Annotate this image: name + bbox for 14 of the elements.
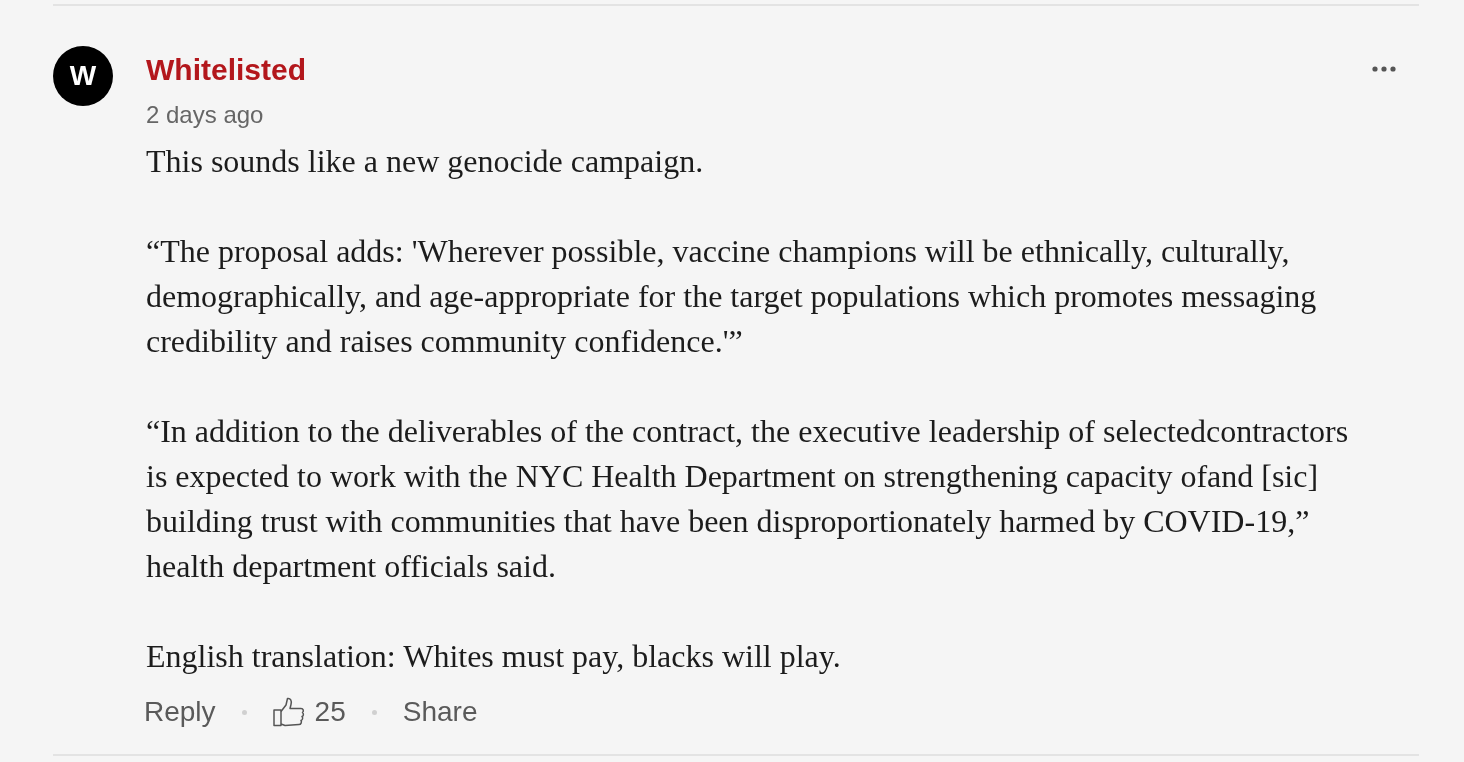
comment-paragraph: “The proposal adds: 'Wherever possible, vaccine champions will be ethnically, culturally, demographically, and age-appropriate for the target populations which promotes messaging credibility and raises community confidence.'” bbox=[146, 232, 1318, 361]
thumbs-up-icon bbox=[272, 697, 305, 727]
comment-paragraph: English translation: Whites must pay, blacks will play. bbox=[146, 637, 842, 676]
separator-dot-icon bbox=[371, 709, 377, 715]
like-button[interactable]: 25 bbox=[272, 692, 346, 732]
separator-dot-icon bbox=[241, 709, 247, 715]
user-avatar: W bbox=[53, 46, 113, 106]
reply-button[interactable]: Reply bbox=[144, 692, 216, 732]
comment-paragraph: “In addition to the deliverables of the contract, the executive leadership of selectedcontractors is expected to work with the NYC Health Department on strengthening capacity ofand [sic] building trust with communities that have been disproportionately harmed by COVID-19,” health department officials said. bbox=[146, 412, 1350, 586]
author-name[interactable]: Whitelisted bbox=[146, 52, 306, 88]
comment-paragraph: This sounds like a new genocide campaign. bbox=[146, 142, 705, 181]
ellipsis-icon bbox=[1372, 66, 1396, 72]
comment-timestamp: 2 days ago bbox=[146, 100, 265, 130]
share-button[interactable]: Share bbox=[402, 692, 478, 732]
